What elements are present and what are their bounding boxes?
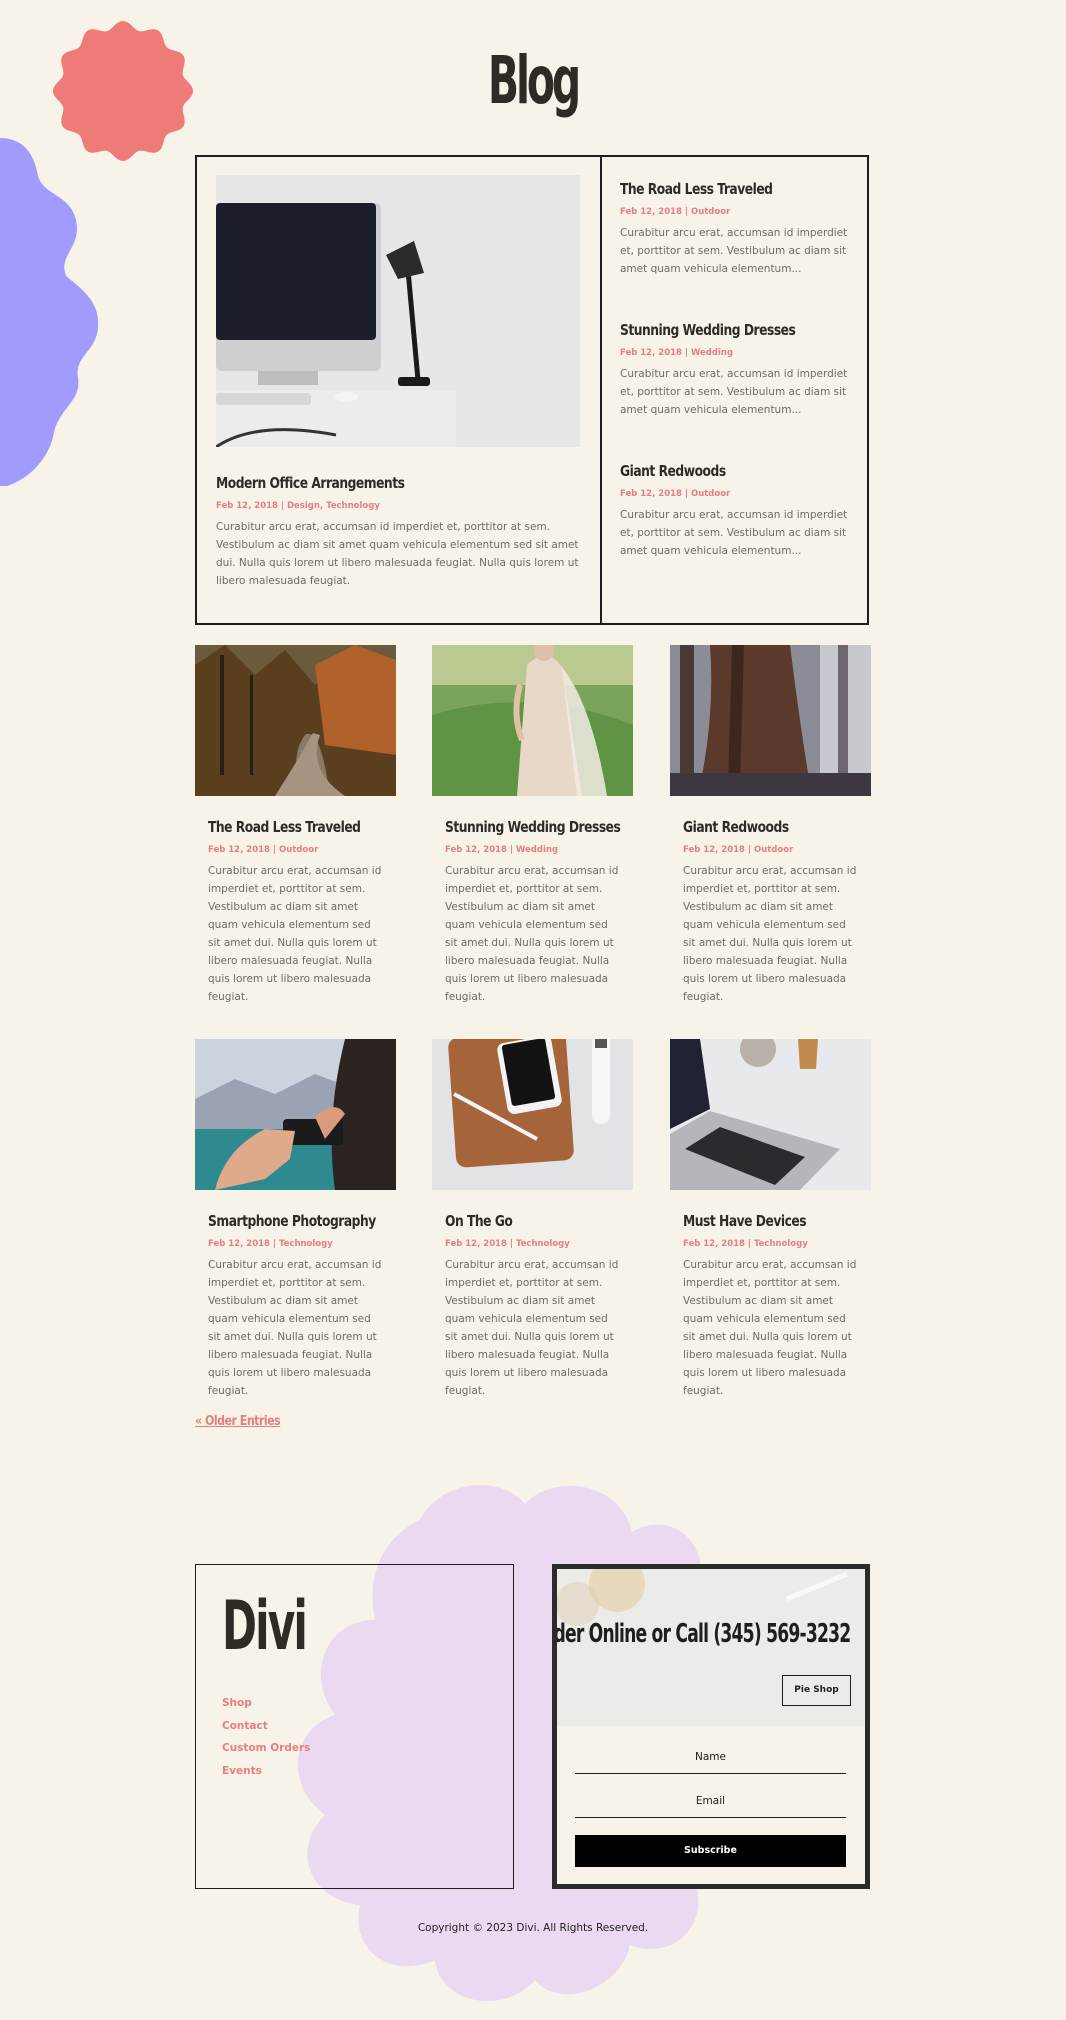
post-title[interactable]: Stunning Wedding Dresses xyxy=(445,818,621,836)
side-post-list: The Road Less Traveled Feb 12, 2018 | Ou… xyxy=(620,179,850,602)
side-post-excerpt: Curabitur arcu erat, accumsan id imperdi… xyxy=(620,368,848,416)
side-post-meta[interactable]: Feb 12, 2018 | Outdoor xyxy=(620,489,850,499)
featured-posts-box: Modern Office Arrangements Feb 12, 2018 … xyxy=(195,155,869,625)
smartphone-photo-image[interactable] xyxy=(195,1039,396,1190)
office-desk-image[interactable] xyxy=(216,175,580,447)
side-post-meta[interactable]: Feb 12, 2018 | Wedding xyxy=(620,348,850,358)
post-meta[interactable]: Feb 12, 2018 | Wedding xyxy=(445,845,620,855)
post-title[interactable]: The Road Less Traveled xyxy=(208,818,361,836)
post-card: On The Go Feb 12, 2018 | Technology Cura… xyxy=(432,1039,633,1400)
name-field[interactable]: Name xyxy=(575,1743,846,1774)
post-meta[interactable]: Feb 12, 2018 | Technology xyxy=(683,1239,858,1249)
pie-shop-button[interactable]: Pie Shop xyxy=(782,1675,851,1706)
wedding-dress-image[interactable] xyxy=(432,645,633,796)
tablet-phone-image[interactable] xyxy=(432,1039,633,1190)
footer-nav-contact[interactable]: Contact xyxy=(222,1716,310,1739)
featured-divider xyxy=(600,157,602,623)
post-card: Stunning Wedding Dresses Feb 12, 2018 | … xyxy=(432,645,633,1006)
laptop-image[interactable] xyxy=(670,1039,871,1190)
side-post: Stunning Wedding Dresses Feb 12, 2018 | … xyxy=(620,320,850,461)
featured-post-meta[interactable]: Feb 12, 2018 | Design, Technology xyxy=(216,501,580,511)
post-excerpt: Curabitur arcu erat, accumsan id imperdi… xyxy=(445,865,619,1003)
post-meta[interactable]: Feb 12, 2018 | Outdoor xyxy=(208,845,383,855)
post-card: The Road Less Traveled Feb 12, 2018 | Ou… xyxy=(195,645,396,1006)
order-heading: Order Online or Call (345) 569-3232 xyxy=(557,1619,851,1649)
post-excerpt: Curabitur arcu erat, accumsan id imperdi… xyxy=(683,865,857,1003)
redwoods-image[interactable] xyxy=(670,645,871,796)
subscribe-button[interactable]: Subscribe xyxy=(575,1835,846,1867)
side-post-title[interactable]: The Road Less Traveled xyxy=(620,180,773,198)
side-post-title[interactable]: Giant Redwoods xyxy=(620,462,726,480)
featured-post-title[interactable]: Modern Office Arrangements xyxy=(216,474,405,492)
post-meta[interactable]: Feb 12, 2018 | Technology xyxy=(208,1239,383,1249)
featured-post-excerpt: Curabitur arcu erat, accumsan id imperdi… xyxy=(216,521,579,587)
footer-nav-shop[interactable]: Shop xyxy=(222,1693,310,1716)
email-field[interactable]: Email xyxy=(575,1787,846,1818)
side-post-excerpt: Curabitur arcu erat, accumsan id imperdi… xyxy=(620,509,848,557)
side-post: Giant Redwoods Feb 12, 2018 | Outdoor Cu… xyxy=(620,461,850,602)
footer-nav-custom-orders[interactable]: Custom Orders xyxy=(222,1738,310,1761)
post-title[interactable]: Smartphone Photography xyxy=(208,1212,376,1230)
post-excerpt: Curabitur arcu erat, accumsan id imperdi… xyxy=(683,1259,857,1397)
forest-road-image[interactable] xyxy=(195,645,396,796)
post-meta[interactable]: Feb 12, 2018 | Technology xyxy=(445,1239,620,1249)
post-card: Smartphone Photography Feb 12, 2018 | Te… xyxy=(195,1039,396,1400)
post-title[interactable]: Must Have Devices xyxy=(683,1212,807,1230)
copyright-text: Copyright © 2023 Divi. All Rights Reserv… xyxy=(417,1922,649,1934)
post-title[interactable]: Giant Redwoods xyxy=(683,818,789,836)
post-excerpt: Curabitur arcu erat, accumsan id imperdi… xyxy=(208,865,382,1003)
order-banner: Order Online or Call (345) 569-3232 Pie … xyxy=(557,1569,865,1726)
side-post-meta[interactable]: Feb 12, 2018 | Outdoor xyxy=(620,207,850,217)
purple-wavy-blob xyxy=(0,138,99,486)
side-post-excerpt: Curabitur arcu erat, accumsan id imperdi… xyxy=(620,227,848,275)
order-subscribe-box: Order Online or Call (345) 569-3232 Pie … xyxy=(552,1564,870,1889)
post-meta[interactable]: Feb 12, 2018 | Outdoor xyxy=(683,845,858,855)
post-card: Must Have Devices Feb 12, 2018 | Technol… xyxy=(670,1039,871,1400)
older-entries-link[interactable]: « Older Entries xyxy=(195,1414,281,1429)
side-post: The Road Less Traveled Feb 12, 2018 | Ou… xyxy=(620,179,850,320)
footer-brand-box: Divi Shop Contact Custom Orders Events xyxy=(195,1564,514,1889)
post-title[interactable]: On The Go xyxy=(445,1212,513,1230)
post-card: Giant Redwoods Feb 12, 2018 | Outdoor Cu… xyxy=(670,645,871,1006)
post-excerpt: Curabitur arcu erat, accumsan id imperdi… xyxy=(208,1259,382,1397)
page-title: Blog xyxy=(487,42,581,119)
post-excerpt: Curabitur arcu erat, accumsan id imperdi… xyxy=(445,1259,619,1397)
footer-nav: Shop Contact Custom Orders Events xyxy=(222,1693,310,1783)
divi-logo[interactable]: Divi xyxy=(222,1593,308,1661)
side-post-title[interactable]: Stunning Wedding Dresses xyxy=(620,321,796,339)
footer-nav-events[interactable]: Events xyxy=(222,1761,310,1784)
